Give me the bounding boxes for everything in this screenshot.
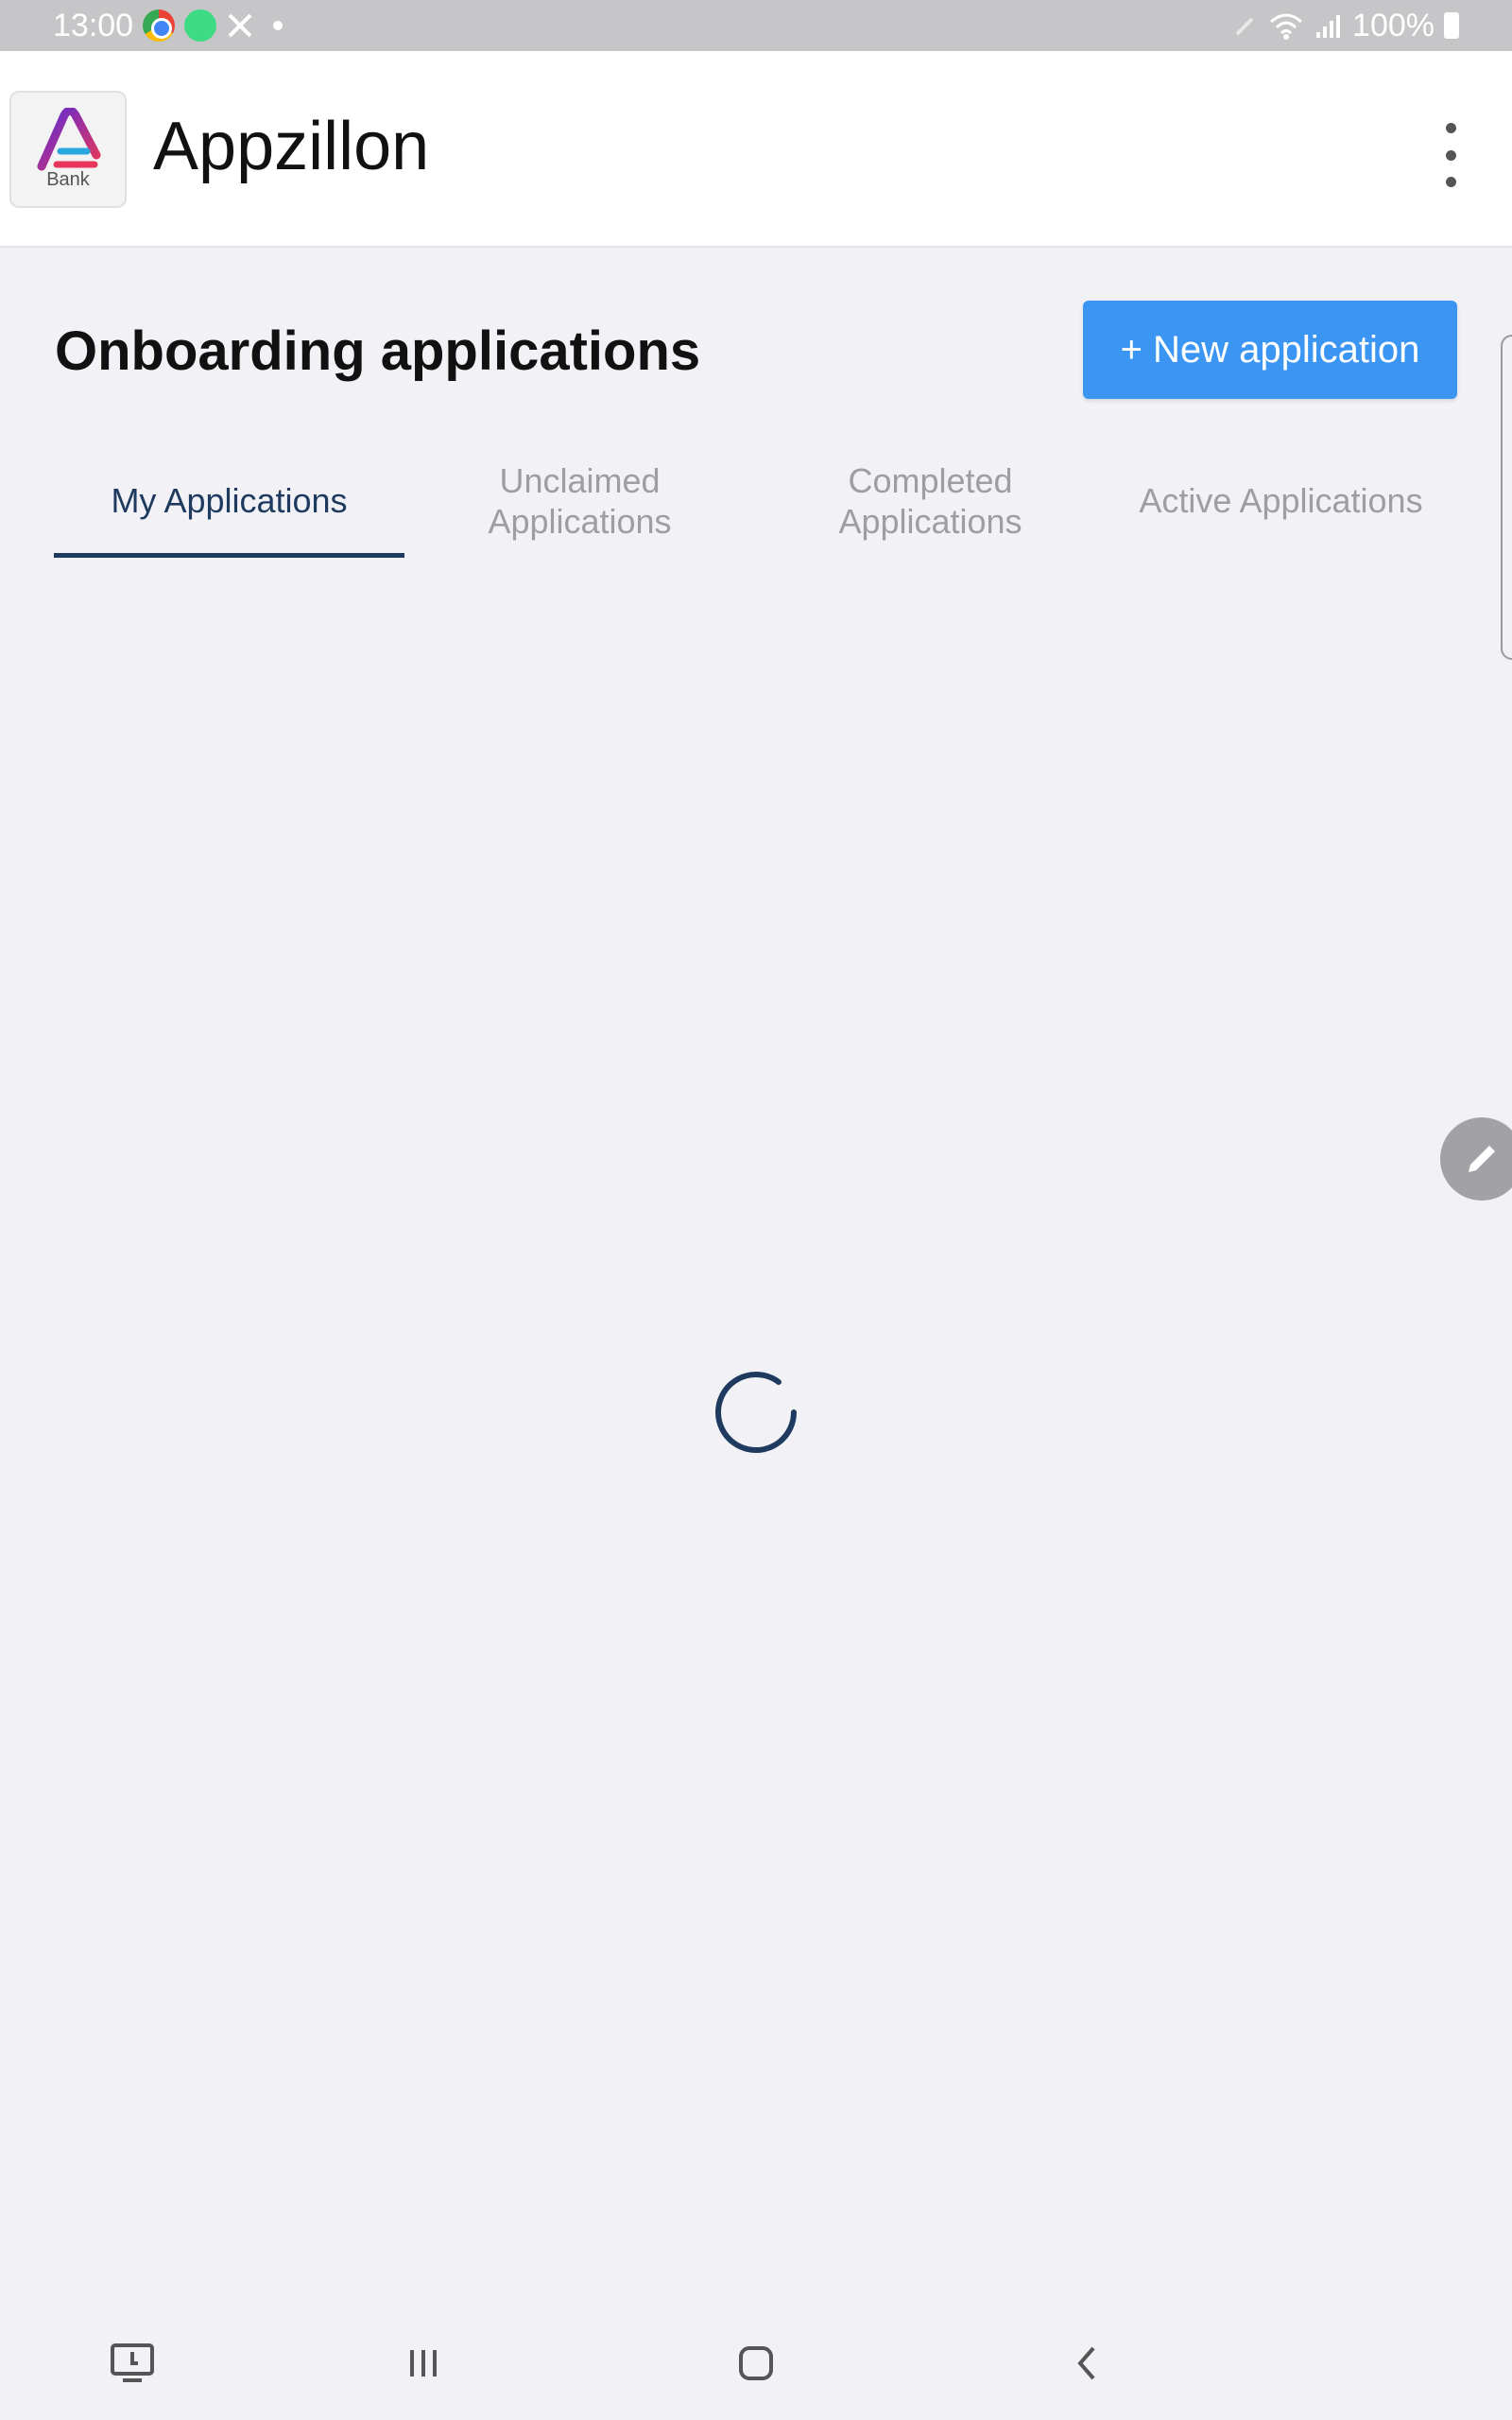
app-bar: Bank Appzillon	[0, 51, 1512, 248]
tools-icon	[228, 13, 252, 38]
appzillon-logo-icon	[37, 108, 101, 171]
wifi-icon	[1270, 13, 1303, 40]
tab-label: Unclaimed Applications	[488, 460, 672, 541]
chrome-icon	[143, 9, 176, 42]
status-bar: 13:00 100%	[0, 0, 1512, 51]
app-title: Appzillon	[153, 109, 430, 184]
tab-label: Completed Applications	[838, 460, 1022, 541]
logo-text: Bank	[46, 169, 90, 190]
recents-icon[interactable]	[386, 2325, 461, 2401]
side-drawer-handle[interactable]	[1501, 335, 1512, 660]
home-icon[interactable]	[718, 2325, 794, 2401]
app-logo: Bank	[9, 91, 127, 208]
signal-icon	[1316, 15, 1341, 38]
tab-active-applications[interactable]: Active Applications	[1106, 444, 1456, 558]
tab-my-applications[interactable]: My Applications	[54, 444, 404, 558]
screenshot-icon[interactable]	[94, 2325, 170, 2401]
new-application-button[interactable]: + New application	[1083, 301, 1457, 399]
tab-completed-applications[interactable]: Completed Applications	[755, 444, 1106, 558]
status-right: 100%	[1233, 8, 1459, 44]
status-time: 13:00	[53, 7, 134, 43]
dot-icon	[273, 21, 284, 30]
application-tabs: My Applications Unclaimed Applications C…	[54, 444, 1458, 558]
pen-icon	[1235, 17, 1254, 36]
tab-unclaimed-applications[interactable]: Unclaimed Applications	[404, 444, 755, 558]
status-left: 13:00	[53, 7, 284, 44]
page-title: Onboarding applications	[55, 320, 701, 382]
back-icon[interactable]	[1049, 2325, 1125, 2401]
pencil-icon	[1469, 1146, 1495, 1172]
more-vertical-icon[interactable]	[1427, 117, 1474, 193]
floating-edit-button[interactable]	[1440, 1117, 1512, 1201]
system-nav-bar	[0, 2307, 1512, 2420]
battery-icon	[1444, 12, 1459, 39]
loading-spinner	[715, 1372, 797, 1453]
battery-percent: 100%	[1352, 7, 1435, 43]
android-icon	[184, 9, 217, 42]
